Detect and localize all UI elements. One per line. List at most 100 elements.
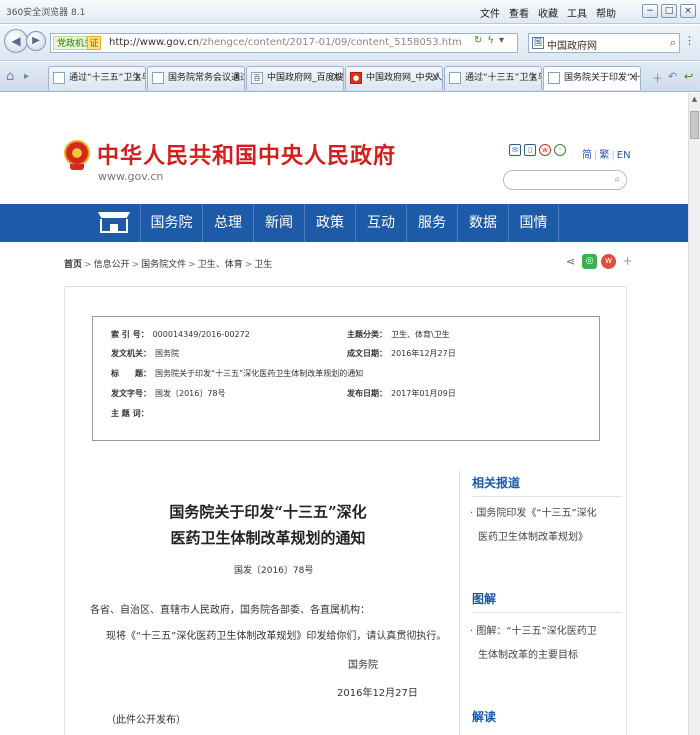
share-icon[interactable]: ⋖ bbox=[563, 254, 578, 269]
breadcrumb-separator: > bbox=[131, 260, 140, 270]
header-share-icons: ✉ ▯ w ◦ bbox=[509, 144, 566, 156]
new-tab-icon[interactable]: ＋ bbox=[652, 70, 663, 86]
site-title[interactable]: 中华人民共和国中央人民政府 bbox=[97, 138, 396, 170]
article-signer: 国务院 bbox=[348, 660, 378, 671]
wechat-icon[interactable]: ◦ bbox=[554, 144, 566, 156]
url-path: /zhengce/content/2017-01/09/content_5158… bbox=[199, 37, 462, 48]
breadcrumb-info-disclosure[interactable]: 信息公开 bbox=[94, 260, 130, 270]
breadcrumb: 首页 > 信息公开 > 国务院文件 > 卫生、体育 > 卫生 bbox=[64, 257, 272, 270]
restore-icon[interactable]: ↩ bbox=[684, 70, 693, 83]
gate-logo-icon[interactable] bbox=[94, 210, 134, 236]
weibo-share-icon[interactable]: w bbox=[601, 254, 616, 269]
scrollbar-thumb[interactable] bbox=[690, 111, 699, 139]
sidebar-link-line: · 国务院印发《“十三五”深化 bbox=[470, 508, 597, 519]
undo-close-icon[interactable]: ↶ bbox=[668, 70, 677, 83]
nav-interaction[interactable]: 互动 bbox=[355, 204, 406, 242]
tab-1[interactable]: 通过“十三五”卫生与 X bbox=[48, 66, 146, 90]
info-index-no: 索 引 号： 000014349/2016-00272 bbox=[111, 329, 250, 340]
lang-traditional[interactable]: 繁 bbox=[599, 150, 609, 161]
breadcrumb-home[interactable]: 首页 bbox=[64, 260, 82, 270]
info-doc-no: 发文字号： 国发〔2016〕78号 bbox=[111, 388, 226, 399]
sidebar-graphic-title[interactable]: 图解 bbox=[472, 590, 496, 607]
site-search-input[interactable]: ⌕ bbox=[503, 170, 627, 190]
close-window-button[interactable]: × bbox=[680, 4, 696, 18]
info-label: 主题分类： bbox=[347, 330, 387, 339]
article-date: 2016年12月27日 bbox=[337, 688, 418, 699]
page-icon bbox=[449, 72, 461, 84]
article-note: （此件公开发布） bbox=[106, 715, 186, 726]
forward-button[interactable]: ▶ bbox=[26, 31, 46, 51]
refresh-icon[interactable]: ↻ bbox=[474, 35, 482, 46]
menu-tools[interactable]: 工具 bbox=[567, 5, 587, 20]
info-title: 标 题： 国务院关于印发“十三五”深化医药卫生体制改革规划的通知 bbox=[111, 368, 363, 379]
nav-news[interactable]: 新闻 bbox=[253, 204, 304, 242]
close-tab-icon[interactable]: X bbox=[333, 67, 339, 89]
close-tab-icon[interactable]: X bbox=[531, 67, 537, 89]
info-issuer: 发文机关： 国务院 bbox=[111, 348, 179, 359]
maximize-button[interactable]: □ bbox=[661, 4, 677, 18]
back-arrow-icon: ◀ bbox=[11, 34, 21, 48]
nav-premier[interactable]: 总理 bbox=[202, 204, 253, 242]
dropdown-icon[interactable]: ▾ bbox=[499, 35, 504, 46]
wechat-share-icon[interactable]: ◎ bbox=[582, 254, 597, 269]
weibo-icon[interactable]: w bbox=[539, 144, 551, 156]
toolbar-more-icon[interactable]: ⋮ bbox=[684, 34, 695, 47]
mobile-icon[interactable]: ▯ bbox=[524, 144, 536, 156]
search-icon[interactable]: ⌕ bbox=[614, 174, 620, 185]
breadcrumb-council-docs[interactable]: 国务院文件 bbox=[141, 260, 186, 270]
sidebar-related-link[interactable]: · 国务院印发《“十三五”深化 医药卫生体制改革规划》 bbox=[470, 502, 620, 550]
tab-3[interactable]: 百中国政府网_百度搜索 X bbox=[246, 66, 344, 90]
tab-4[interactable]: ● 中国政府网_中央人民 X bbox=[345, 66, 443, 90]
browser-search-box[interactable]: 国 中国政府网 ⌕ bbox=[528, 33, 680, 53]
certificate-icon[interactable]: 证 bbox=[87, 36, 101, 50]
forward-arrow-icon: ▶ bbox=[32, 35, 40, 46]
vertical-scrollbar[interactable]: ▲ bbox=[688, 93, 700, 735]
lightning-icon[interactable]: ϟ bbox=[487, 35, 494, 46]
site-url[interactable]: www.gov.cn bbox=[98, 170, 163, 183]
breadcrumb-health[interactable]: 卫生 bbox=[254, 260, 272, 270]
back-button[interactable]: ◀ bbox=[4, 29, 28, 53]
search-icon[interactable]: ⌕ bbox=[670, 36, 676, 50]
sidebar-related-title[interactable]: 相关报道 bbox=[472, 474, 520, 491]
page-icon bbox=[152, 72, 164, 84]
info-label: 主 题 词： bbox=[111, 409, 149, 418]
menu-favorites[interactable]: 收藏 bbox=[538, 5, 558, 20]
close-tab-icon[interactable]: X bbox=[630, 67, 636, 89]
lang-english[interactable]: EN bbox=[617, 150, 631, 161]
search-engine-label: 中国政府网 bbox=[547, 41, 597, 52]
more-share-icon[interactable]: + bbox=[620, 254, 635, 269]
info-publish-date: 发布日期： 2017年01月09日 bbox=[347, 388, 456, 399]
main-navigation: 国务院 总理 新闻 政策 互动 服务 数据 国情 bbox=[0, 204, 688, 242]
close-tab-icon[interactable]: X bbox=[432, 67, 438, 89]
url-input[interactable]: 党政机关 证 http://www.gov.cn/zhengce/content… bbox=[50, 33, 518, 53]
close-tab-icon[interactable]: X bbox=[135, 67, 141, 89]
mail-icon[interactable]: ✉ bbox=[509, 144, 521, 156]
tab-2[interactable]: 国务院常务会议通过“X bbox=[147, 66, 245, 90]
nav-data[interactable]: 数据 bbox=[457, 204, 508, 242]
search-engine-icon[interactable]: 国 bbox=[532, 37, 544, 49]
article-title: 国务院关于印发“十三五”深化 医药卫生体制改革规划的通知 bbox=[160, 499, 376, 551]
close-tab-icon[interactable]: X bbox=[234, 67, 240, 89]
nav-services[interactable]: 服务 bbox=[406, 204, 457, 242]
tab-5[interactable]: 通过“十三五”卫生与 X bbox=[444, 66, 542, 90]
home-icon[interactable]: ⌂ bbox=[6, 69, 14, 84]
sidebar-interpret-title[interactable]: 解读 bbox=[472, 708, 496, 725]
url-host: http://www.gov.cn bbox=[109, 37, 200, 48]
nav-policy[interactable]: 政策 bbox=[304, 204, 355, 242]
tab-6-active[interactable]: 国务院关于印发“十三X bbox=[543, 66, 641, 90]
menu-help[interactable]: 帮助 bbox=[596, 5, 616, 20]
minimize-button[interactable]: − bbox=[642, 4, 658, 18]
info-label: 发布日期： bbox=[347, 389, 387, 398]
nav-state-council[interactable]: 国务院 bbox=[140, 204, 202, 242]
nav-national-info[interactable]: 国情 bbox=[508, 204, 559, 242]
gov-emblem-icon: ● bbox=[350, 72, 362, 84]
article-title-line-2: 医药卫生体制改革规划的通知 bbox=[170, 529, 366, 547]
national-emblem-icon[interactable] bbox=[64, 140, 90, 170]
tab-menu-icon[interactable]: ▸ bbox=[24, 71, 29, 82]
lang-simplified[interactable]: 简 bbox=[582, 150, 592, 161]
breadcrumb-health-sports[interactable]: 卫生、体育 bbox=[198, 260, 243, 270]
menu-view[interactable]: 查看 bbox=[509, 5, 529, 20]
menu-file[interactable]: 文件 bbox=[480, 5, 500, 20]
sidebar-graphic-link[interactable]: · 图解：“十三五”深化医药卫 生体制改革的主要目标 bbox=[470, 620, 620, 668]
scroll-up-icon[interactable]: ▲ bbox=[689, 95, 700, 103]
